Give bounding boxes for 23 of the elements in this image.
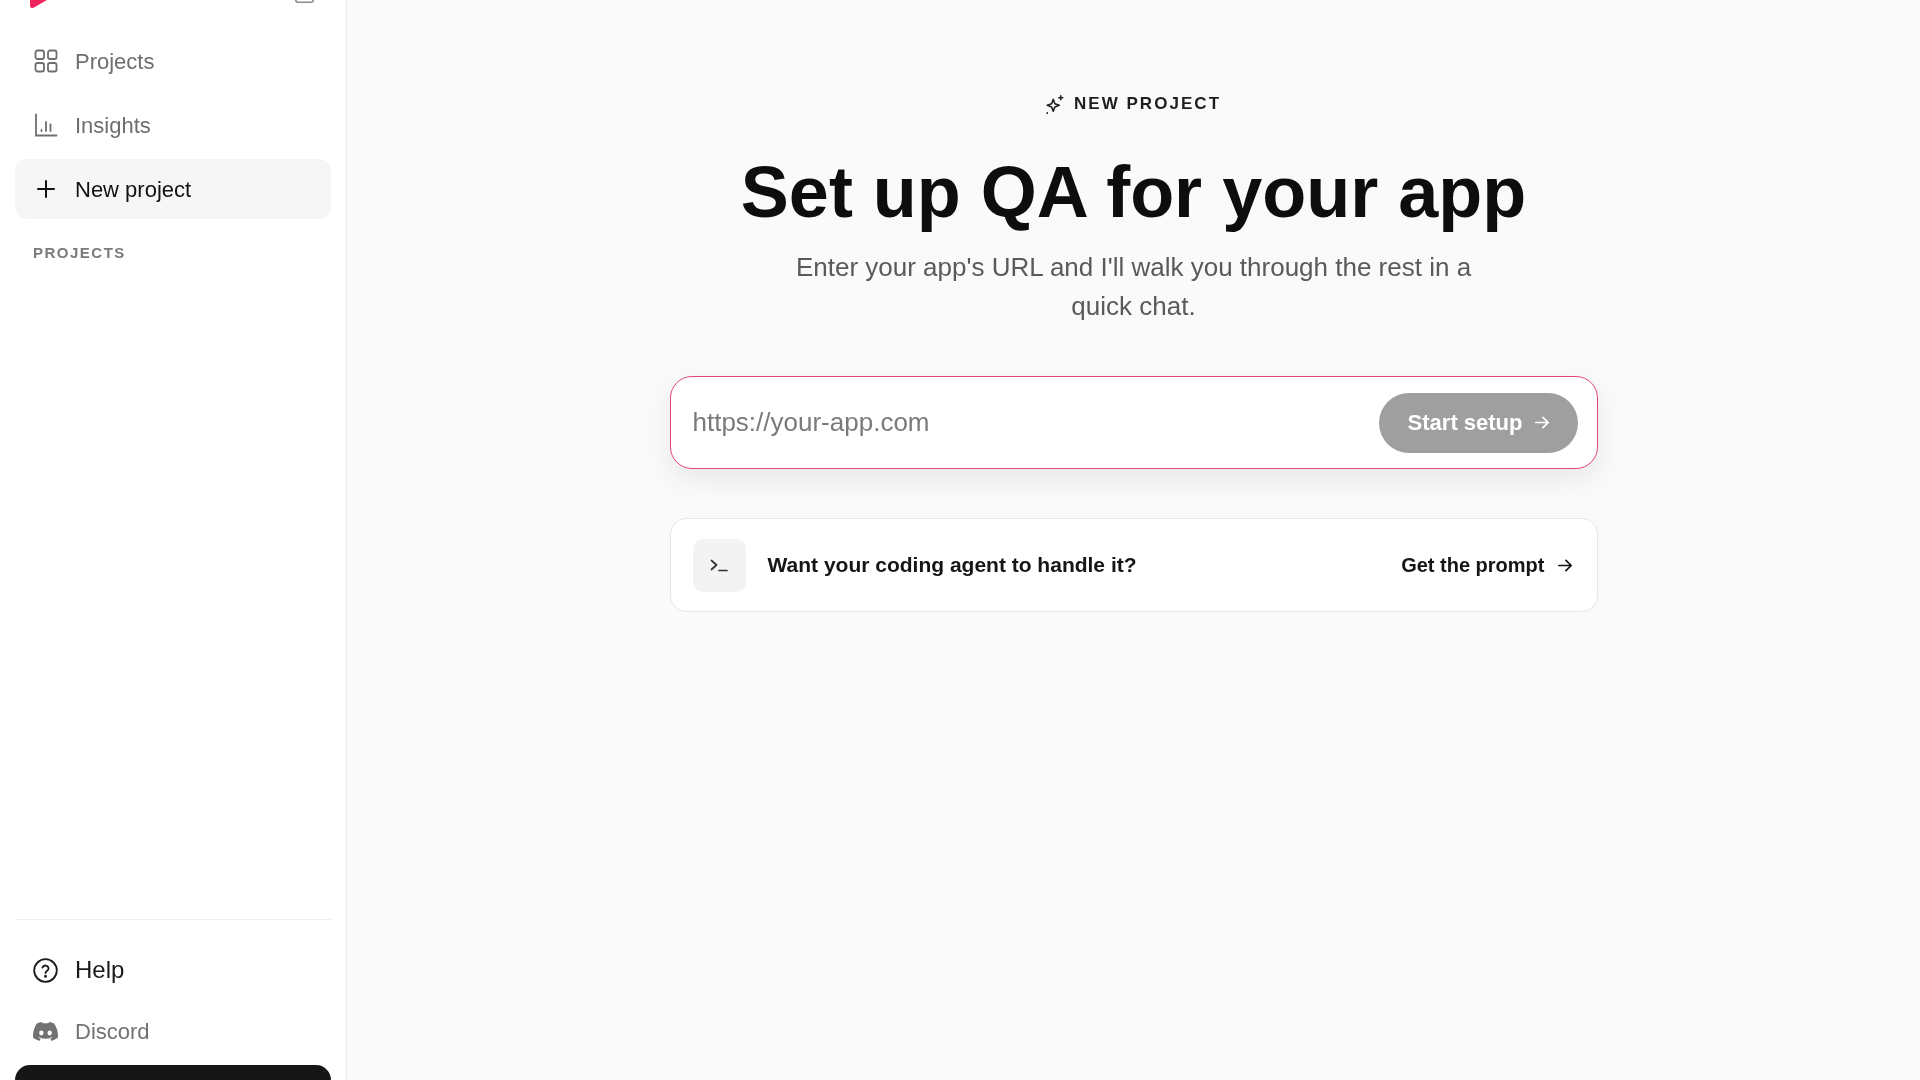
get-prompt-link[interactable]: Get the prompt — [1401, 550, 1572, 580]
sparkle-icon — [1045, 94, 1064, 114]
page-subtitle: Enter your app's URL and I'll walk you through the rest in a quick chat. — [794, 251, 1473, 323]
discord-icon — [33, 1021, 58, 1041]
footer-button[interactable] — [15, 1065, 331, 1080]
nav-item[interactable]: Projects — [15, 31, 331, 91]
grid-icon — [34, 49, 58, 73]
logo-icon — [30, 0, 47, 8]
help-icon — [33, 957, 58, 983]
sidebar-link[interactable]: Discord — [15, 1001, 331, 1061]
page-title: Set up QA for your app — [740, 152, 1527, 232]
plus-icon — [34, 177, 58, 201]
sidebar-toggle-icon[interactable] — [295, 0, 314, 3]
terminal-icon — [692, 538, 746, 592]
section-heading: PROJECTS — [33, 244, 126, 262]
agent-prompt-text: Want your coding agent to handle it? — [767, 552, 1138, 579]
arrow-right-icon — [1557, 558, 1572, 572]
eyebrow-label: NEW PROJECT — [1073, 93, 1222, 116]
nav-item[interactable]: New project — [15, 159, 331, 219]
arrow-right-icon — [1534, 416, 1549, 429]
help-button[interactable]: Help — [15, 940, 331, 1000]
bar-chart-icon — [34, 113, 58, 137]
nav-item[interactable]: Insights — [15, 95, 331, 155]
